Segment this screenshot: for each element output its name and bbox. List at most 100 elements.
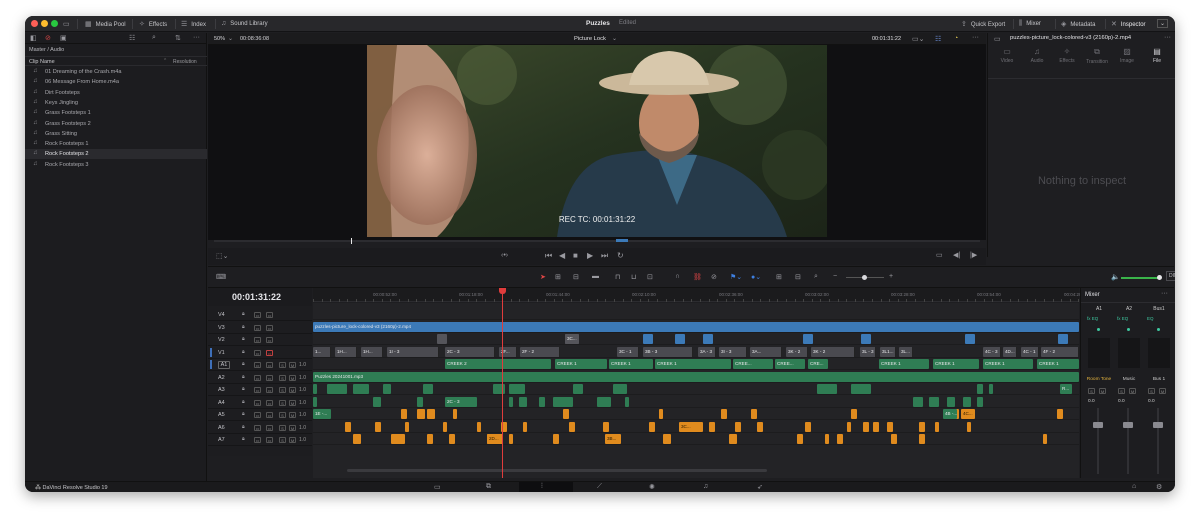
- track-output-button[interactable]: ▭: [266, 387, 273, 393]
- timeline-clip[interactable]: [1043, 434, 1047, 444]
- timeline-clip[interactable]: 3L1...: [880, 346, 896, 357]
- lock-icon[interactable]: 🔒︎: [242, 386, 245, 392]
- track-toggle-button[interactable]: ▭: [254, 362, 261, 368]
- timeline-clip[interactable]: CREE...: [733, 359, 773, 369]
- timeline-clip[interactable]: [803, 334, 813, 344]
- timeline-clip[interactable]: [539, 396, 545, 407]
- track-toggle-button[interactable]: ▭: [254, 424, 261, 431]
- viewer-title[interactable]: Picture Lock: [574, 36, 606, 42]
- timeline-clip[interactable]: 3L - 3: [860, 346, 876, 357]
- track-name[interactable]: A6: [218, 425, 230, 433]
- timeline-timecode[interactable]: 00:01:31:22: [232, 292, 281, 302]
- timeline-clip[interactable]: [709, 421, 715, 432]
- solo-button[interactable]: S: [1118, 388, 1125, 394]
- mute-button[interactable]: M: [289, 374, 296, 381]
- crop-icon[interactable]: ⬚⌄: [216, 252, 228, 260]
- timeline-scrollbar[interactable]: [347, 469, 767, 472]
- video-frame[interactable]: REC TC: 00:01:31:22: [367, 45, 827, 237]
- track-toggle-button[interactable]: ▭: [254, 349, 261, 356]
- timeline-clip[interactable]: [523, 421, 527, 432]
- timeline-clip[interactable]: [603, 421, 609, 432]
- timeline-clip[interactable]: [863, 421, 869, 432]
- list-item[interactable]: ♫ Grass Footsteps 1: [25, 108, 207, 118]
- close-window-button[interactable]: [31, 20, 38, 27]
- stop-icon[interactable]: ■: [573, 251, 578, 260]
- timeline-clip[interactable]: 3A - 3: [698, 346, 716, 357]
- timeline-clip[interactable]: [375, 421, 381, 432]
- master-volume-slider[interactable]: [1121, 275, 1162, 280]
- timeline-clip[interactable]: 2C - 3: [445, 396, 477, 407]
- solo-button[interactable]: S: [279, 424, 286, 431]
- dim-button[interactable]: DIM: [1166, 271, 1175, 281]
- timeline-clip[interactable]: [625, 396, 629, 407]
- bin-icon[interactable]: ▣: [60, 34, 67, 42]
- channel-name[interactable]: Room Tone: [1083, 377, 1115, 382]
- unlink-icon[interactable]: ⊘: [45, 34, 51, 42]
- lock-icon[interactable]: 🔒︎: [242, 324, 245, 330]
- next-clip-icon[interactable]: |▶: [970, 251, 977, 259]
- timeline-clip[interactable]: [735, 421, 741, 432]
- trim-tool-icon[interactable]: ⊞: [555, 273, 561, 281]
- timeline-clip[interactable]: [913, 396, 923, 407]
- timeline-clip[interactable]: 3C - 1: [617, 346, 639, 357]
- fx-eq-indicator[interactable]: fx EQ: [1117, 316, 1141, 323]
- timeline-clip[interactable]: [963, 396, 971, 407]
- timeline-clip[interactable]: [417, 396, 423, 407]
- timeline-clip[interactable]: [919, 434, 925, 444]
- timeline-clip[interactable]: 4B -...: [943, 409, 957, 419]
- timeline-clip[interactable]: [417, 409, 425, 419]
- match-frame-icon[interactable]: ▭: [936, 251, 943, 259]
- solo-button[interactable]: S: [279, 362, 286, 368]
- sort-icon[interactable]: ⇅: [175, 34, 181, 42]
- timeline-clip[interactable]: [493, 384, 505, 394]
- timeline-clip[interactable]: 4F - 2: [1041, 346, 1079, 357]
- zoom-detail-icon[interactable]: ⊟: [795, 273, 801, 281]
- lock-icon[interactable]: 🔒︎: [242, 311, 245, 317]
- timeline-clip[interactable]: [313, 396, 317, 407]
- viewer-options-icon[interactable]: ▭⌄: [912, 35, 924, 43]
- zoom-full-icon[interactable]: ⊞: [776, 273, 782, 281]
- track-toggle-button[interactable]: ▭: [254, 412, 261, 418]
- lock-icon[interactable]: 🔒︎: [242, 361, 245, 367]
- timeline-clip[interactable]: CREEK 2: [445, 359, 551, 369]
- timeline-clip[interactable]: [935, 421, 939, 432]
- track-toggle-button[interactable]: ▭: [254, 387, 261, 393]
- timeline-clip[interactable]: [873, 421, 879, 432]
- timeline-clip[interactable]: CREEK 1: [555, 359, 607, 369]
- timeline-zoom-knob[interactable]: [862, 275, 867, 280]
- track-name[interactable]: V4: [218, 312, 230, 320]
- mute-button[interactable]: M: [289, 399, 296, 406]
- track-name[interactable]: A4: [218, 400, 230, 408]
- timeline-clip[interactable]: CREEK 1: [879, 359, 929, 369]
- deliver-page-icon[interactable]: ➶: [757, 483, 763, 491]
- timeline-clip[interactable]: [947, 396, 955, 407]
- tab-audio[interactable]: ♫ Audio: [1022, 47, 1052, 64]
- playhead-handle[interactable]: [499, 288, 506, 294]
- minimize-window-button[interactable]: [41, 20, 48, 27]
- more-options-icon[interactable]: ···: [193, 34, 200, 41]
- timeline-playhead[interactable]: [499, 288, 506, 478]
- timeline-clip[interactable]: [851, 384, 871, 394]
- timeline-clip[interactable]: 2D...: [487, 434, 503, 444]
- list-item[interactable]: ♫ Rock Footsteps 1: [25, 139, 207, 149]
- timeline-clip[interactable]: [1058, 334, 1068, 344]
- overwrite-clip-icon[interactable]: ⊔: [631, 273, 636, 281]
- track-name[interactable]: A2: [218, 375, 230, 383]
- track-name[interactable]: A1: [218, 361, 230, 369]
- timeline-clip[interactable]: [553, 396, 573, 407]
- more-options-icon[interactable]: ···: [1164, 34, 1171, 41]
- prev-clip-icon[interactable]: ◀|: [953, 251, 960, 259]
- timeline-ruler[interactable]: 00:00:52:00 00:01:18:00 00:01:44:00 00:02:1…: [313, 288, 1088, 302]
- mute-button[interactable]: M: [289, 362, 296, 368]
- track-toggle-button[interactable]: ▭: [254, 324, 261, 331]
- track-output-button[interactable]: ▭: [266, 349, 273, 356]
- play-icon[interactable]: ▶: [587, 251, 593, 260]
- timeline-clip[interactable]: [891, 434, 897, 444]
- lock-icon[interactable]: 🔒︎: [242, 349, 245, 355]
- timeline-clip[interactable]: [751, 409, 757, 419]
- replace-clip-icon[interactable]: ⊡: [647, 273, 653, 281]
- cut-page-icon[interactable]: ⧉: [486, 483, 491, 491]
- timeline-clip[interactable]: [643, 334, 653, 344]
- list-item[interactable]: ♫ Dirt Footsteps: [25, 88, 207, 98]
- timeline-clip[interactable]: [887, 421, 893, 432]
